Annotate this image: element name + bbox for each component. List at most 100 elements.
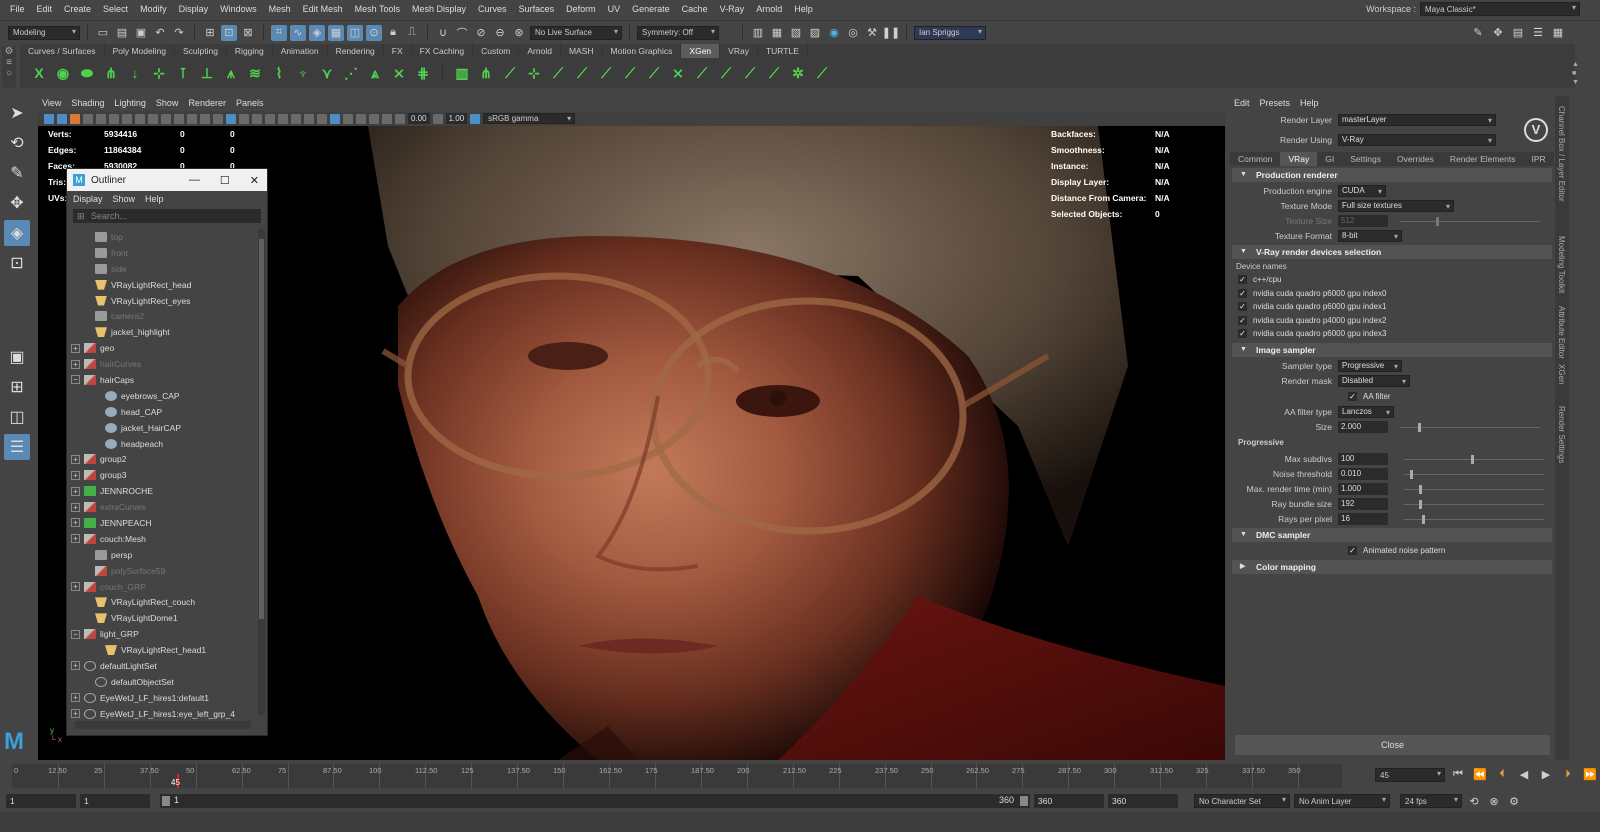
menu-edit[interactable]: Edit <box>31 4 59 14</box>
symmetry-dropdown[interactable]: Symmetry: Off <box>637 25 719 40</box>
play-backwards-icon[interactable]: ◀ <box>1516 766 1532 782</box>
snap-curve-icon[interactable]: ∿ <box>290 24 306 41</box>
groom-comb-icon[interactable]: ⟋ <box>573 64 591 82</box>
tab-render-elements[interactable]: Render Elements <box>1442 152 1524 166</box>
outliner-item[interactable]: front <box>69 245 257 261</box>
expand-toggle-icon[interactable]: + <box>71 693 80 703</box>
menu-modify[interactable]: Modify <box>134 4 173 14</box>
menu-curves[interactable]: Curves <box>472 4 513 14</box>
outliner-item[interactable]: + EyeWetJ_LF_hires1:eye_left_grp_4 <box>69 706 257 719</box>
xray-components-icon[interactable] <box>382 113 392 124</box>
image-sampler-section[interactable]: Image sampler <box>1232 342 1552 357</box>
aa-size-slider[interactable] <box>1400 427 1540 428</box>
outliner-item[interactable]: + defaultLightSet <box>69 658 257 674</box>
progressive-field-input[interactable]: 16 <box>1338 513 1388 525</box>
playback-start-field[interactable]: 1 <box>80 794 150 808</box>
device-checkbox[interactable]: ✓ nvidia cuda quadro p6000 gpu index1 <box>1230 300 1554 314</box>
play-forwards-icon[interactable]: ▶ <box>1538 766 1554 782</box>
move-tool-icon[interactable]: ✥ <box>4 190 30 216</box>
select-hierarchy-icon[interactable]: ⊞ <box>202 25 218 41</box>
groom-scale-icon[interactable]: ⟋ <box>813 64 831 82</box>
outliner-item[interactable]: side <box>69 261 257 277</box>
render-frame-icon[interactable]: ▦ <box>769 25 785 41</box>
animated-noise-checkbox[interactable]: ✓ Animated noise pattern <box>1230 544 1554 558</box>
side-tab-modeling-toolkit[interactable]: Modeling Toolkit <box>1557 236 1566 293</box>
xgen-place-guide-icon[interactable]: ↓ <box>126 64 144 82</box>
menu-select[interactable]: Select <box>97 4 134 14</box>
paint-select-icon[interactable]: ✎ <box>4 160 30 186</box>
anim-end-field[interactable]: 360 <box>1108 794 1178 808</box>
pause-icon[interactable]: ❚❚ <box>882 25 900 41</box>
expand-toggle-icon[interactable]: + <box>71 582 80 592</box>
device-checkbox[interactable]: ✓ nvidia cuda quadro p4000 gpu index2 <box>1230 314 1554 328</box>
select-object-icon[interactable]: ⊡ <box>221 24 237 41</box>
render-sequence-icon[interactable]: ▧ <box>788 25 804 41</box>
shelf-tab-fx-caching[interactable]: FX Caching <box>412 44 474 58</box>
groom-place-icon[interactable]: ⋔ <box>477 64 495 82</box>
rotate-tool-icon[interactable]: ◈ <box>4 220 30 246</box>
progressive-field-input[interactable]: 100 <box>1338 453 1388 465</box>
groom-cut-icon[interactable]: ⟋ <box>621 64 639 82</box>
grease-pencil-icon[interactable] <box>109 113 119 124</box>
progressive-field-input[interactable]: 0.010 <box>1338 468 1388 480</box>
groom-length-icon[interactable]: ⟋ <box>597 64 615 82</box>
command-line[interactable] <box>0 812 1600 832</box>
outliner-item[interactable]: VRayLightRect_couch <box>69 594 257 610</box>
tab-ipr[interactable]: IPR <box>1524 152 1554 166</box>
user-account-dropdown[interactable]: Ian Spriggs <box>914 25 986 40</box>
expand-toggle-icon[interactable]: + <box>71 343 80 353</box>
tab-gi[interactable]: GI <box>1317 152 1342 166</box>
render-using-dropdown[interactable]: V-Ray <box>1338 134 1496 147</box>
minimize-icon[interactable]: — <box>189 174 200 187</box>
snap-view-icon[interactable]: ▦ <box>328 24 344 41</box>
2d-pan-icon[interactable] <box>96 113 106 124</box>
step-forward-key-icon[interactable]: ⏩ <box>1582 766 1598 782</box>
use-lights-icon[interactable] <box>278 113 288 124</box>
outliner-item[interactable]: top <box>69 229 257 245</box>
modeling-toolkit-icon[interactable]: ▤ <box>1510 24 1526 40</box>
progressive-slider-knob[interactable] <box>1422 515 1425 524</box>
view-transform-dropdown[interactable]: sRGB gamma <box>483 113 576 124</box>
grid-icon[interactable] <box>122 113 132 124</box>
xgen-width-icon[interactable]: ⋕ <box>414 64 432 82</box>
groom-density-icon[interactable]: ⟋ <box>765 64 783 82</box>
progressive-slider[interactable] <box>1404 519 1544 520</box>
color-mapping-section[interactable]: Color mapping <box>1232 559 1552 574</box>
xgen-create-description-icon[interactable]: ◉ <box>54 64 72 82</box>
render-layer-dropdown[interactable]: masterLayer <box>1338 114 1496 127</box>
transform-icon[interactable]: ✥ <box>1490 24 1506 40</box>
range-start-handle[interactable] <box>162 796 170 806</box>
shelf-tab-rigging[interactable]: Rigging <box>227 44 273 58</box>
outliner-item[interactable]: + EyeWetJ_LF_hires1:default1 <box>69 690 257 706</box>
anim-start-field[interactable]: 1 <box>6 794 76 808</box>
sampler-type-dropdown[interactable]: Progressive <box>1338 359 1402 373</box>
groom-clump-icon[interactable]: ⨯ <box>669 64 687 82</box>
shelf-tab-turtle[interactable]: TURTLE <box>758 44 808 58</box>
aa-size-field[interactable]: 2.000 <box>1338 421 1388 433</box>
xgen-move-guide-icon[interactable]: ⊺ <box>174 64 192 82</box>
outliner-scroll-thumb[interactable] <box>259 239 264 619</box>
close-button[interactable]: Close <box>1235 735 1550 755</box>
xgen-lock-guide-icon[interactable]: ⊥ <box>198 64 216 82</box>
viewport-menu-shading[interactable]: Shading <box>71 98 104 108</box>
expand-toggle-icon[interactable]: − <box>71 629 80 639</box>
render-devices-section[interactable]: V-Ray render devices selection <box>1232 245 1552 259</box>
outliner-scrollbar[interactable] <box>258 229 265 715</box>
outliner-item[interactable]: VRayLightDome1 <box>69 610 257 626</box>
loop-icon[interactable]: ⟲ <box>1466 793 1482 809</box>
select-component-icon[interactable]: ⊠ <box>240 25 256 41</box>
resolution-gate-icon[interactable] <box>148 113 158 124</box>
expand-toggle-icon[interactable]: + <box>71 709 80 719</box>
shelf-tab-rendering[interactable]: Rendering <box>328 44 384 58</box>
two-pane-icon[interactable]: ◫ <box>4 404 30 430</box>
single-pane-icon[interactable]: ▣ <box>4 344 30 370</box>
outliner-menu-help[interactable]: Help <box>145 194 164 204</box>
anim-layer-dropdown[interactable]: No Anim Layer <box>1294 794 1390 808</box>
groom-smooth-icon[interactable]: ⟋ <box>549 64 567 82</box>
shelf-tab-mash[interactable]: MASH <box>561 44 603 58</box>
render-view-icon[interactable]: ▥ <box>750 25 766 41</box>
expand-toggle-icon[interactable]: + <box>71 661 80 671</box>
tab-overrides[interactable]: Overrides <box>1389 152 1442 166</box>
outliner-hscrollbar[interactable] <box>75 721 251 729</box>
outliner-item[interactable]: jacket_highlight <box>69 324 257 340</box>
